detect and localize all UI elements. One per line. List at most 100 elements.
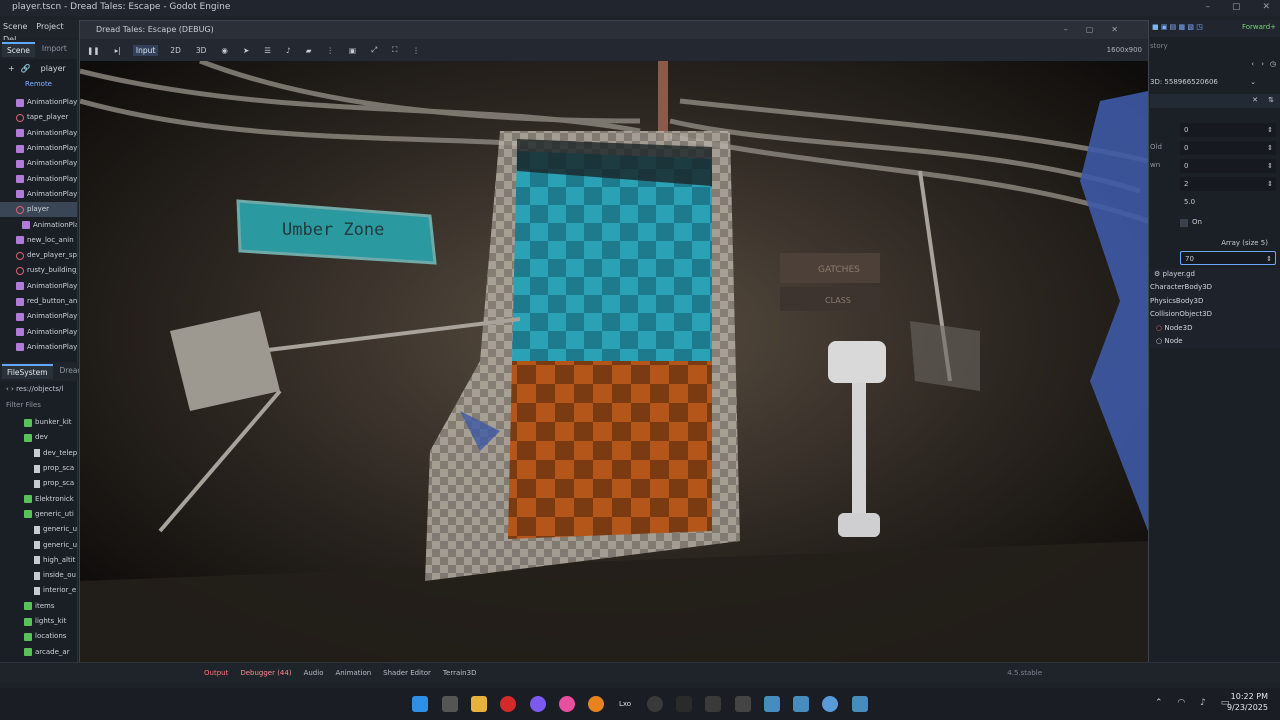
tab-filesystem[interactable]: FileSystem — [2, 364, 53, 379]
inspector-field-input[interactable]: 0 ⇕ — [1180, 141, 1276, 155]
scene-tree-item[interactable]: red_button_ani — [0, 294, 77, 309]
audio-icon[interactable]: ♪ — [283, 45, 294, 56]
inspector-field-input[interactable]: 5.0 — [1180, 195, 1276, 209]
more-icon[interactable]: ⋮ — [324, 45, 338, 56]
tab-terrain3d[interactable]: Terrain3D — [443, 669, 477, 677]
camera-icon[interactable]: ▰ — [303, 45, 315, 56]
terminal-icon[interactable] — [676, 696, 692, 712]
inspector-field-input[interactable]: 2 ⇕ — [1180, 177, 1276, 191]
taskbar-clock[interactable]: 10:22 PM 9/23/2025 — [1227, 691, 1268, 713]
scene-tree-item[interactable]: AnimationPlaye — [0, 126, 77, 141]
godot-icon-4[interactable] — [852, 696, 868, 712]
maximize-icon[interactable]: ▢ — [1232, 2, 1241, 12]
scene-tree-item[interactable]: dev_player_spa — [0, 248, 77, 263]
filesystem-item[interactable]: bunker_kit — [20, 415, 78, 430]
remote-tab[interactable]: Remote — [0, 77, 77, 91]
renderer-label[interactable]: Forward+ — [1242, 23, 1276, 31]
scene-tree-item[interactable]: AnimationPlaye — [0, 279, 77, 294]
filesystem-item[interactable]: locations — [20, 629, 78, 644]
tray-icons[interactable]: ⌃ ◠ ♪ ▭ — [1155, 698, 1235, 708]
close-icon[interactable]: ✕ — [1262, 2, 1270, 12]
scene-tree-item[interactable]: AnimationPlaye — [0, 340, 77, 355]
tab-import[interactable]: Import — [37, 42, 72, 57]
select-icon[interactable]: ➤ — [240, 45, 252, 56]
app-icon[interactable] — [735, 696, 751, 712]
filter-files-input[interactable]: Filter Files — [0, 397, 78, 413]
spinner-icon[interactable]: ⇕ — [1267, 141, 1273, 155]
tab-output[interactable]: Output — [204, 669, 228, 677]
filesystem-path[interactable]: ‹ › res://objects/l — [0, 381, 78, 397]
game-viewport[interactable]: Umber Zone GATCHES CLASS — [80, 61, 1148, 662]
filesystem-item[interactable]: dev_telep — [20, 446, 78, 461]
close-filter-icon[interactable]: ✕ — [1252, 96, 1258, 104]
scene-tree-item[interactable]: player — [0, 202, 77, 218]
array-value-input[interactable]: 70 ⇕ — [1180, 251, 1276, 265]
filesystem-item[interactable]: interior_e — [20, 583, 78, 598]
filesystem-item[interactable]: lights_kit — [20, 614, 78, 629]
lxo-icon[interactable]: Lxo — [617, 696, 633, 712]
class-tree-item[interactable]: CharacterBody3D — [1150, 281, 1280, 294]
scene-tree-item[interactable]: AnimationPlaye — [0, 309, 77, 324]
filesystem-item[interactable]: arcade_ar — [20, 644, 78, 659]
menu-project[interactable]: Project — [33, 20, 66, 33]
class-tree-item[interactable]: ○ Node — [1150, 335, 1280, 348]
scene-tree-item[interactable]: AnimationPlaye — [0, 156, 77, 171]
file-explorer-icon[interactable] — [471, 696, 487, 712]
class-tree-item[interactable]: PhysicsBody3D — [1150, 295, 1280, 308]
forward-icon[interactable]: › — [1261, 60, 1264, 68]
class-tree-item[interactable]: ⚙ player.gd — [1150, 268, 1280, 281]
more-icon-2[interactable]: ⋮ — [409, 45, 423, 56]
scene-tree-item[interactable]: AnimationPlaye — [0, 141, 77, 156]
spinner-icon[interactable]: ⇕ — [1267, 123, 1273, 137]
game-window-controls[interactable]: –▢✕ — [1064, 21, 1136, 39]
filesystem-item[interactable]: dev — [20, 430, 78, 445]
scene-tree-item[interactable]: new_loc_anin — [0, 233, 77, 248]
fullscreen-icon[interactable]: ⛶ — [389, 44, 400, 56]
menu-scene[interactable]: Scene — [0, 20, 30, 33]
history-icon[interactable]: ◷ — [1270, 60, 1276, 68]
filesystem-item[interactable]: generic_u — [20, 537, 78, 552]
scene-tree-item[interactable]: AnimationPlaye — [0, 324, 77, 339]
sort-icon[interactable]: ⇅ — [1268, 96, 1274, 104]
spinner-icon[interactable]: ⇕ — [1267, 177, 1273, 191]
back-icon[interactable]: ‹ — [1251, 60, 1254, 68]
scene-tree-item[interactable]: AnimationPlaye — [0, 171, 77, 186]
console-icon[interactable] — [705, 696, 721, 712]
add-node-icon[interactable]: + — [8, 64, 15, 73]
filesystem-item[interactable]: items — [20, 599, 78, 614]
filesystem-item[interactable]: generic_u — [20, 522, 78, 537]
class-tree-item[interactable]: ○ Node3D — [1150, 322, 1280, 335]
scene-tree-item[interactable]: rusty_building_ — [0, 263, 77, 278]
filesystem-item[interactable]: generic_uti — [20, 507, 78, 522]
input-toggle[interactable]: Input — [132, 44, 159, 56]
pause-icon[interactable]: ❚❚ — [84, 45, 103, 56]
tab-audio[interactable]: Audio — [304, 669, 324, 677]
browser-icon[interactable] — [559, 696, 575, 712]
godot-icon-1[interactable] — [764, 696, 780, 712]
filesystem-item[interactable]: high_altit — [20, 553, 78, 568]
filesystem-item[interactable]: inside_ou — [20, 568, 78, 583]
opera-icon[interactable] — [500, 696, 516, 712]
start-icon[interactable] — [412, 696, 428, 712]
tab-debugger[interactable]: Debugger (44) — [240, 669, 291, 677]
filesystem-item[interactable]: prop_sca — [20, 461, 78, 476]
next-frame-icon[interactable]: ▸| — [112, 45, 124, 56]
mode-3d-toggle[interactable]: 3D — [193, 45, 210, 56]
godot-icon-3[interactable] — [822, 696, 838, 712]
tab-scene[interactable]: Scene — [2, 42, 35, 57]
spinner-icon[interactable]: ⇕ — [1267, 159, 1273, 173]
scene-tree-item[interactable]: AnimationPlaye — [0, 187, 77, 202]
godot-icon-2[interactable] — [793, 696, 809, 712]
expand-icon[interactable]: ⤢ — [368, 44, 380, 56]
filesystem-item[interactable]: Elektronick — [20, 491, 78, 506]
minimize-icon[interactable]: – — [1205, 2, 1210, 12]
filesystem-item[interactable]: prop_sca — [20, 476, 78, 491]
class-tree-item[interactable]: CollisionObject3D — [1150, 308, 1280, 321]
scene-tree-item[interactable]: AnimationPla — [0, 217, 77, 232]
renderer-icons[interactable]: ■ ▣ ▤ ▦ ▧ ◳ — [1152, 23, 1203, 31]
back-arrow-icon[interactable]: ‹ › — [6, 385, 16, 393]
toggle-row[interactable]: On — [1150, 216, 1280, 233]
tab-animation[interactable]: Animation — [335, 669, 371, 677]
spinner-icon[interactable]: ⇕ — [1266, 252, 1272, 266]
tab-shader-editor[interactable]: Shader Editor — [383, 669, 431, 677]
